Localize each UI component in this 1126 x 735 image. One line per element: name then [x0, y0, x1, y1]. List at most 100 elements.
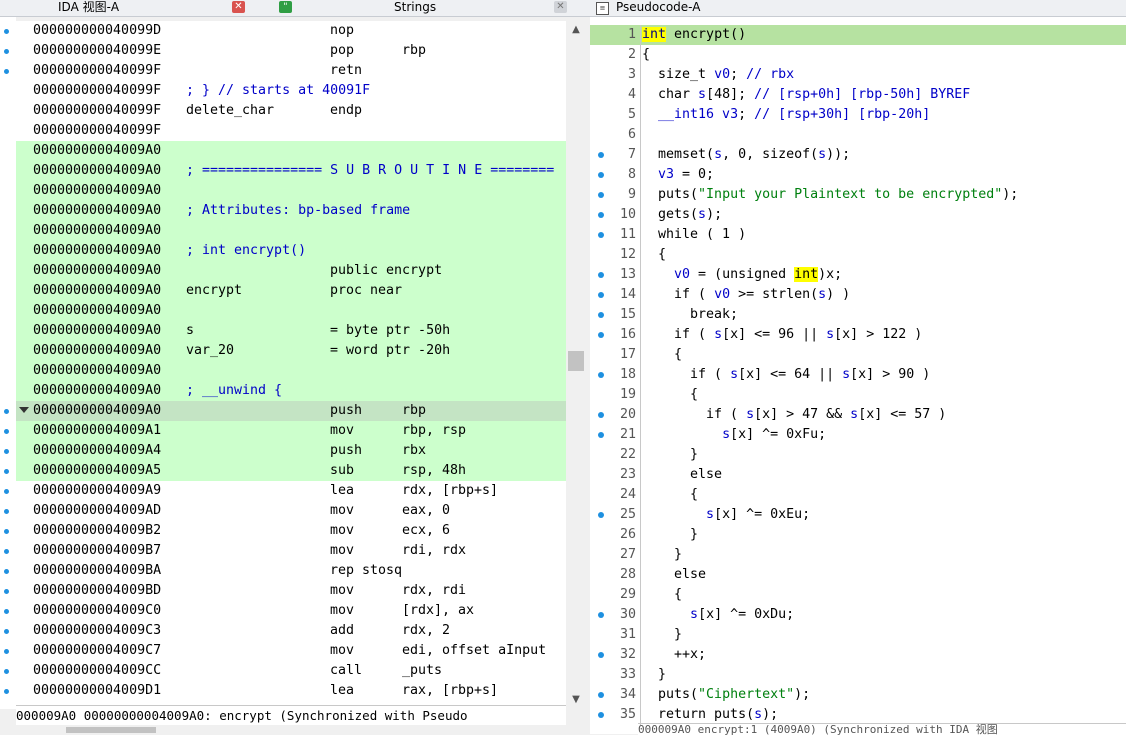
operand[interactable]: rsp, 48h [402, 461, 466, 481]
disasm-row[interactable]: 00000000004009A4 push rbx [16, 441, 566, 461]
operand[interactable]: rax, [rbp+s] [402, 681, 498, 701]
tab-strings[interactable]: " Strings ✕ [276, 0, 576, 16]
pseudocode-line[interactable]: 31 } [590, 625, 1126, 645]
breakpoint-dot-icon[interactable] [4, 49, 9, 54]
pseudocode-line[interactable]: 23 else [590, 465, 1126, 485]
disasm-row[interactable]: 00000000004009A0 [16, 221, 566, 241]
breakpoint-dot-icon[interactable] [4, 509, 9, 514]
pseudocode-line[interactable]: 7 memset(s, 0, sizeof(s)); [590, 145, 1126, 165]
code-text[interactable]: } [642, 625, 682, 645]
label[interactable]: encrypt [186, 281, 242, 301]
operand[interactable]: rbx [402, 441, 426, 461]
disasm-row[interactable]: 00000000004009B2 mov ecx, 6 [16, 521, 566, 541]
disasm-row[interactable]: 00000000004009D1 lea rax, [rbp+s] [16, 681, 566, 701]
pseudocode-line[interactable]: 16 if ( s[x] <= 96 || s[x] > 122 ) [590, 325, 1126, 345]
code-text[interactable]: v0 = (unsigned int)x; [642, 265, 842, 285]
breakpoint-dot-icon[interactable] [598, 292, 604, 298]
pseudocode-line[interactable]: 5 __int16 v3; // [rsp+30h] [rbp-20h] [590, 105, 1126, 125]
disasm-row[interactable]: 00000000004009A0 ; =============== S U B … [16, 161, 566, 181]
label[interactable]: var_20 [186, 341, 234, 361]
pseudocode-line[interactable]: 13 v0 = (unsigned int)x; [590, 265, 1126, 285]
pseudocode-line[interactable]: 30 s[x] ^= 0xDu; [590, 605, 1126, 625]
breakpoint-dot-icon[interactable] [4, 609, 9, 614]
breakpoint-dot-icon[interactable] [4, 529, 9, 534]
disasm-row[interactable]: 00000000004009A0 [16, 181, 566, 201]
disasm-row[interactable]: 00000000004009A0 ; int encrypt() [16, 241, 566, 261]
operand[interactable]: _puts [402, 661, 442, 681]
operand[interactable]: rbp, rsp [402, 421, 466, 441]
disasm-row[interactable]: 000000000040099F delete_char endp [16, 101, 566, 121]
code-text[interactable]: __int16 v3; // [rsp+30h] [rbp-20h] [642, 105, 930, 125]
code-text[interactable]: { [642, 485, 698, 505]
breakpoint-dot-icon[interactable] [4, 629, 9, 634]
pseudocode-line[interactable]: 25 s[x] ^= 0xEu; [590, 505, 1126, 525]
breakpoint-dot-icon[interactable] [598, 512, 604, 518]
code-text[interactable]: else [642, 465, 722, 485]
pseudocode-line[interactable]: 27 } [590, 545, 1126, 565]
label[interactable]: delete_char [186, 101, 274, 121]
pseudocode-line[interactable]: 32 ++x; [590, 645, 1126, 665]
pseudocode-line[interactable]: 4 char s[48]; // [rsp+0h] [rbp-50h] BYRE… [590, 85, 1126, 105]
operand[interactable]: rbp [402, 41, 426, 61]
pseudocode-line[interactable]: 1 int encrypt() [590, 25, 1126, 45]
disassembly-listing[interactable]: 000000000040099D nop 000000000040099E pop rb… [16, 21, 566, 709]
close-icon[interactable]: ✕ [232, 1, 245, 13]
disasm-row[interactable]: 00000000004009A0 push rbp [16, 401, 566, 421]
breakpoint-dot-icon[interactable] [4, 649, 9, 654]
breakpoint-dot-icon[interactable] [4, 589, 9, 594]
breakpoint-dot-icon[interactable] [4, 469, 9, 474]
close-icon[interactable]: ✕ [554, 1, 567, 13]
operand[interactable]: edi, offset aInput [402, 641, 546, 661]
code-text[interactable]: memset(s, 0, sizeof(s)); [642, 145, 850, 165]
pseudocode-line[interactable]: 28 else [590, 565, 1126, 585]
disasm-row[interactable]: 00000000004009A0 var_20 = word ptr -20h [16, 341, 566, 361]
breakpoint-dot-icon[interactable] [4, 29, 9, 34]
code-text[interactable]: } [642, 665, 666, 685]
operand[interactable]: ecx, 6 [402, 521, 450, 541]
breakpoint-dot-icon[interactable] [4, 489, 9, 494]
pseudocode-line[interactable]: 10 gets(s); [590, 205, 1126, 225]
breakpoint-dot-icon[interactable] [598, 412, 604, 418]
code-text[interactable]: if ( v0 >= strlen(s) ) [642, 285, 850, 305]
breakpoint-dot-icon[interactable] [598, 332, 604, 338]
code-text[interactable]: int encrypt() [642, 25, 746, 45]
code-text[interactable]: gets(s); [642, 205, 722, 225]
code-text[interactable]: if ( s[x] <= 96 || s[x] > 122 ) [642, 325, 922, 345]
breakpoint-dot-icon[interactable] [4, 69, 9, 74]
scrollbar-thumb[interactable] [66, 727, 156, 733]
disasm-row[interactable]: 00000000004009A0 [16, 141, 566, 161]
code-text[interactable]: break; [642, 305, 738, 325]
operand[interactable]: rdx, 2 [402, 621, 450, 641]
breakpoint-dot-icon[interactable] [4, 669, 9, 674]
pseudocode-line[interactable]: 14 if ( v0 >= strlen(s) ) [590, 285, 1126, 305]
breakpoint-dot-icon[interactable] [598, 612, 604, 618]
operand[interactable]: rbp [402, 401, 426, 421]
code-text[interactable]: v3 = 0; [642, 165, 714, 185]
breakpoint-dot-icon[interactable] [4, 449, 9, 454]
breakpoint-dot-icon[interactable] [598, 172, 604, 178]
disasm-row[interactable]: 000000000040099F [16, 121, 566, 141]
breakpoint-dot-icon[interactable] [598, 312, 604, 318]
scroll-up-icon[interactable]: ▲ [571, 25, 581, 35]
code-text[interactable]: { [642, 385, 698, 405]
pseudocode-pane[interactable]: 000009A0 encrypt:1 (4009A0) (Synchronize… [590, 17, 1126, 735]
collapse-arrow-icon[interactable] [19, 407, 29, 413]
code-text[interactable]: { [642, 45, 650, 65]
breakpoint-dot-icon[interactable] [598, 232, 604, 238]
disasm-row[interactable]: 000000000040099F retn [16, 61, 566, 81]
disasm-row[interactable]: 00000000004009C0 mov [rdx], ax [16, 601, 566, 621]
pseudocode-line[interactable]: 8 v3 = 0; [590, 165, 1126, 185]
disasm-row[interactable]: 00000000004009A0 s = byte ptr -50h [16, 321, 566, 341]
pseudocode-line[interactable]: 22 } [590, 445, 1126, 465]
pseudocode-line[interactable]: 34 puts("Ciphertext"); [590, 685, 1126, 705]
disasm-row[interactable]: 00000000004009BA rep stosq [16, 561, 566, 581]
breakpoint-dot-icon[interactable] [598, 712, 604, 718]
disasm-row[interactable]: 00000000004009A0 public encrypt [16, 261, 566, 281]
breakpoint-dot-icon[interactable] [598, 192, 604, 198]
disasm-row[interactable]: 000000000040099E pop rbp [16, 41, 566, 61]
disasm-row[interactable]: 00000000004009CC call _puts [16, 661, 566, 681]
vertical-scrollbar[interactable]: ▲ ▼ [566, 21, 586, 709]
pseudocode-line[interactable]: 26 } [590, 525, 1126, 545]
disasm-row[interactable]: 000000000040099F ; } // starts at 40091F [16, 81, 566, 101]
operand[interactable]: rdi, rdx [402, 541, 466, 561]
